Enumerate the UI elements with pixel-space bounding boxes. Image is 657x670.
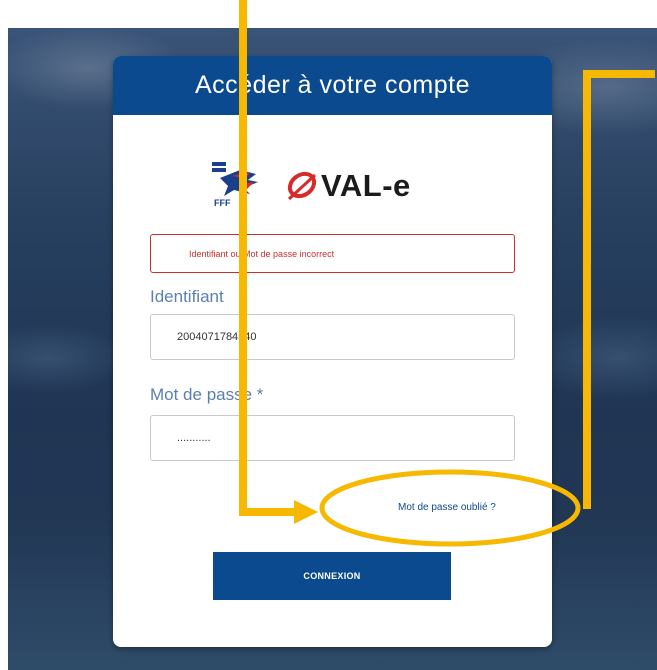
- fff-logo-text: FFF: [214, 198, 231, 208]
- card-header: Accéder à votre compte: [113, 56, 552, 115]
- oval-mark-icon: [287, 171, 317, 201]
- page-title: Accéder à votre compte: [194, 71, 470, 99]
- forgot-password-link[interactable]: Mot de passe oublié ?: [398, 502, 496, 513]
- identifiant-label: Identifiant: [150, 287, 224, 306]
- connexion-button[interactable]: CONNEXION: [213, 552, 451, 600]
- password-label: Mot de passe *: [150, 385, 264, 404]
- password-input[interactable]: ...........: [150, 415, 515, 461]
- fff-rooster-logo-icon: FFF: [212, 162, 258, 208]
- logo-row: FFF VAL-e: [113, 156, 552, 216]
- login-card: Accéder à votre compte FFF VAL-e Identif…: [113, 56, 552, 647]
- connexion-button-label: CONNEXION: [303, 571, 361, 581]
- identifiant-value: 2004071784540: [177, 331, 257, 343]
- error-message: Identifiant ou Mot de passe incorrect: [189, 248, 335, 259]
- oval-logo-text: VAL-e: [321, 168, 411, 203]
- password-value: ...........: [177, 432, 211, 444]
- identifiant-input[interactable]: 2004071784540: [150, 314, 515, 360]
- error-alert: Identifiant ou Mot de passe incorrect: [150, 234, 515, 273]
- oval-logo: VAL-e: [285, 162, 411, 210]
